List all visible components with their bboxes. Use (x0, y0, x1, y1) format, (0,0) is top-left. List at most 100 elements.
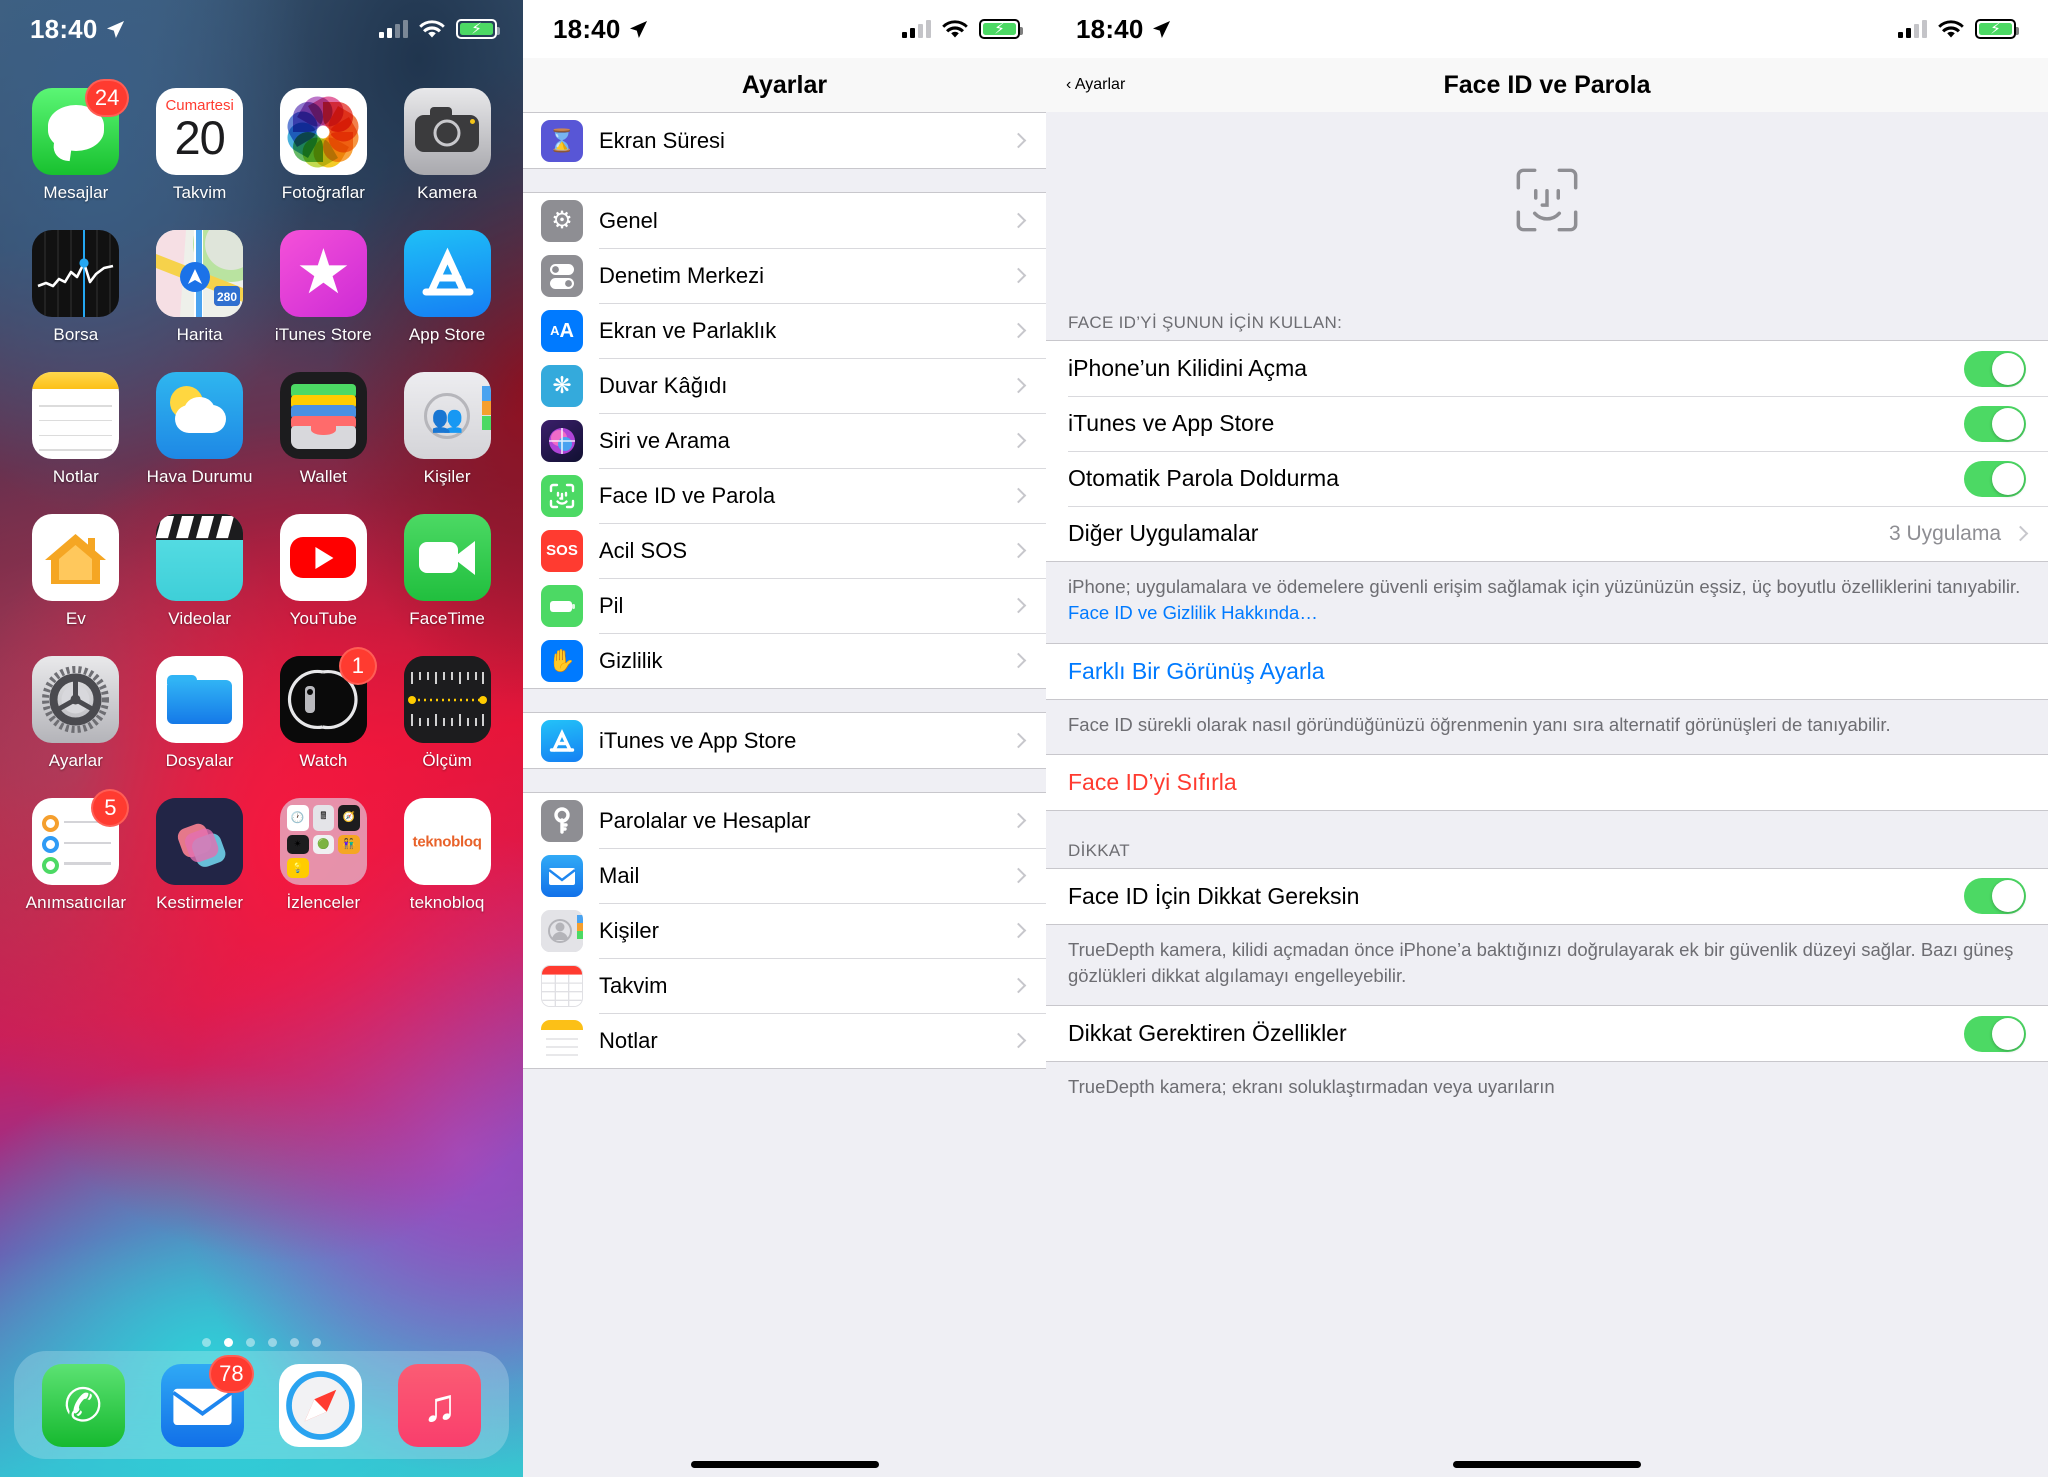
toggle-itunes-app-store[interactable] (1964, 405, 2026, 442)
app-icon-ayarlar[interactable]: Ayarlar (14, 656, 138, 771)
faceid-row-autofill-password[interactable]: Otomatik Parola Doldurma (1046, 451, 2048, 506)
app-icon-videolar[interactable]: Videolar (138, 514, 262, 629)
battery-icon (541, 584, 583, 627)
app-icon-app-store[interactable]: App Store (385, 230, 509, 345)
faceid-note-4-text: TrueDepth kamera; ekranı soluklaştırmada… (1068, 1076, 1555, 1098)
shortcuts-icon (156, 798, 244, 885)
toggle-require-attention[interactable] (1964, 878, 2026, 915)
faceid-row-require-attention[interactable]: Face ID İçin Dikkat Gereksin (1046, 868, 2048, 924)
app-icon-fotograflar[interactable]: Fotoğraflar (262, 88, 386, 203)
page-dot (202, 1338, 211, 1347)
app-label-itunes-store: iTunes Store (274, 325, 372, 344)
faceid-note-3: TrueDepth kamera, kilidi açmadan önce iP… (1046, 924, 2048, 1006)
section-header-use: FACE ID’Yİ ŞUNUN İÇİN KULLAN: (1046, 287, 2048, 340)
settings-row-ekran-suresi[interactable]: ⌛ Ekran Süresi (523, 113, 1046, 168)
calendar-icon (541, 964, 583, 1007)
maps-icon: 280 (156, 230, 244, 317)
screenshot-stage: 18:40 ⚡ 24 Mesajlar Cumartesi 20 Takvim … (0, 0, 2048, 1477)
faceid-reset-row[interactable]: Face ID’yi Sıfırla (1046, 753, 2048, 811)
faceid-list[interactable]: FACE ID’Yİ ŞUNUN İÇİN KULLAN: iPhone’un … (1046, 112, 2048, 1477)
app-icon-kamera[interactable]: Kamera (385, 88, 509, 203)
settings-row-denetim-merkezi[interactable]: Denetim Merkezi (523, 248, 1046, 303)
status-time-home: 18:40 (30, 14, 125, 45)
sos-icon: SOS (541, 529, 583, 572)
app-icon-olcum[interactable]: Ölçüm (385, 656, 509, 771)
settings-row-siri-ve-arama[interactable]: Siri ve Arama (523, 413, 1046, 468)
dock: ✆ 78 ♫ (14, 1351, 509, 1459)
settings-row-label: Gizlilik (599, 647, 663, 673)
settings-row-face-id-ve-parola[interactable]: Face ID ve Parola (523, 468, 1046, 523)
app-icon-kisiler[interactable]: 👥 Kişiler (385, 372, 509, 487)
settings-group-accounts: Parolalar ve Hesaplar Mail Kişiler Takvi… (523, 792, 1046, 1069)
app-icon-kestirmeler[interactable]: Kestirmeler (138, 798, 262, 913)
settings-row-label: Takvim (599, 972, 668, 998)
settings-row-mail[interactable]: Mail (523, 848, 1046, 903)
settings-gear-icon (42, 666, 110, 733)
chevron-right-icon (1010, 867, 1027, 884)
dock-item-safari[interactable] (279, 1363, 363, 1447)
settings-row-acil-sos[interactable]: SOS Acil SOS (523, 523, 1046, 578)
dock-item-muzik[interactable]: ♫ (398, 1363, 482, 1447)
dock-item-mail[interactable]: 78 (160, 1354, 254, 1447)
folder-mini-people-icon: 👫 (338, 834, 360, 855)
app-icon-harita[interactable]: 280 Harita (138, 230, 262, 345)
home-indicator-faceid[interactable] (1453, 1461, 1641, 1468)
app-icon-watch[interactable]: 1 Watch (262, 647, 386, 771)
app-icon-youtube[interactable]: YouTube (262, 514, 386, 629)
face-id-icon (541, 474, 583, 517)
settings-row-pil[interactable]: Pil (523, 578, 1046, 633)
faceid-row-attention-features[interactable]: Dikkat Gerektiren Özellikler (1046, 1006, 2048, 1062)
settings-row-notlar[interactable]: Notlar (523, 1013, 1046, 1068)
settings-group-store: iTunes ve App Store (523, 712, 1046, 769)
app-icon-wallet[interactable]: Wallet (262, 372, 386, 487)
chevron-right-icon (1010, 977, 1027, 994)
settings-list[interactable]: ⌛ Ekran Süresi ⚙ Genel Denetim Merkezi A… (523, 112, 1046, 1477)
app-icon-notlar[interactable]: Notlar (14, 372, 138, 487)
dock-item-telefon[interactable]: ✆ (41, 1363, 125, 1447)
settings-row-kisiler[interactable]: Kişiler (523, 903, 1046, 958)
app-icon-animsaticilar[interactable]: 5 Anımsatıcılar (14, 789, 138, 913)
app-icon-hava-durumu[interactable]: Hava Durumu (138, 372, 262, 487)
folder-mini-empty (313, 858, 335, 878)
settings-row-takvim[interactable]: Takvim (523, 958, 1046, 1013)
back-button-ayarlar[interactable]: ‹ Ayarlar (1066, 76, 1125, 94)
settings-row-label: Denetim Merkezi (599, 262, 765, 288)
settings-row-itunes-ve-app-store[interactable]: iTunes ve App Store (523, 713, 1046, 768)
face-id-panel: 18:40 ⚡ ‹ Ayarlar Face ID ve Parola FACE… (1046, 0, 2048, 1477)
app-label-kamera: Kamera (417, 183, 478, 202)
toggle-autofill-password[interactable] (1964, 460, 2026, 497)
settings-gap (523, 169, 1046, 192)
toggle-attention-features[interactable] (1964, 1015, 2026, 1052)
app-icon-facetime[interactable]: FaceTime (385, 514, 509, 629)
app-icon-itunes-store[interactable]: ★ iTunes Store (262, 230, 386, 345)
app-icon-mesajlar[interactable]: 24 Mesajlar (14, 79, 138, 203)
settings-row-duvar-kagidi[interactable]: ❋ Duvar Kâğıdı (523, 358, 1046, 413)
settings-row-ekran-ve-parlaklik[interactable]: AA Ekran ve Parlaklık (523, 303, 1046, 358)
page-dot (246, 1338, 255, 1347)
settings-row-label: Siri ve Arama (599, 427, 730, 453)
status-bar-faceid: 18:40 ⚡ (1046, 0, 2048, 58)
faceid-privacy-link[interactable]: Face ID ve Gizlilik Hakkında… (1068, 602, 1318, 623)
settings-row-parolalar-ve-hesaplar[interactable]: Parolalar ve Hesaplar (523, 793, 1046, 848)
folder-mini-calculator-icon: 🖩 (312, 805, 335, 831)
app-icon-takvim[interactable]: Cumartesi 20 Takvim (138, 88, 262, 203)
app-icon-teknobloq[interactable]: teknobloq teknobloq (385, 798, 509, 913)
app-icon-ev[interactable]: Ev (14, 514, 138, 629)
app-icon-dosyalar[interactable]: Dosyalar (138, 656, 262, 771)
faceid-row-unlock-iphone[interactable]: iPhone’un Kilidini Açma (1046, 341, 2048, 396)
settings-row-gizlilik[interactable]: ✋ Gizlilik (523, 633, 1046, 688)
faceid-row-other-apps[interactable]: Diğer Uygulamalar 3 Uygulama (1046, 506, 2048, 561)
app-label-notlar: Notlar (52, 467, 99, 486)
faceid-alt-appearance-row[interactable]: Farklı Bir Görünüş Ayarla (1046, 642, 2048, 700)
toggle-unlock-iphone[interactable] (1964, 350, 2026, 387)
app-icon-borsa[interactable]: Borsa (14, 230, 138, 345)
settings-row-label: Kişiler (599, 917, 659, 943)
faceid-attention-group-2: Dikkat Gerektiren Özellikler (1046, 1005, 2048, 1063)
home-indicator[interactable] (690, 1461, 879, 1468)
chevron-right-icon (1010, 322, 1027, 339)
control-center-icon (541, 254, 583, 297)
settings-row-genel[interactable]: ⚙ Genel (523, 193, 1046, 248)
faceid-row-itunes-app-store[interactable]: iTunes ve App Store (1046, 396, 2048, 451)
app-folder-izlenceler[interactable]: 🕐 🖩 🧭 ✴ 🟢 👫 💡 İzlenceler (262, 798, 386, 913)
home-app-icon (45, 534, 107, 584)
